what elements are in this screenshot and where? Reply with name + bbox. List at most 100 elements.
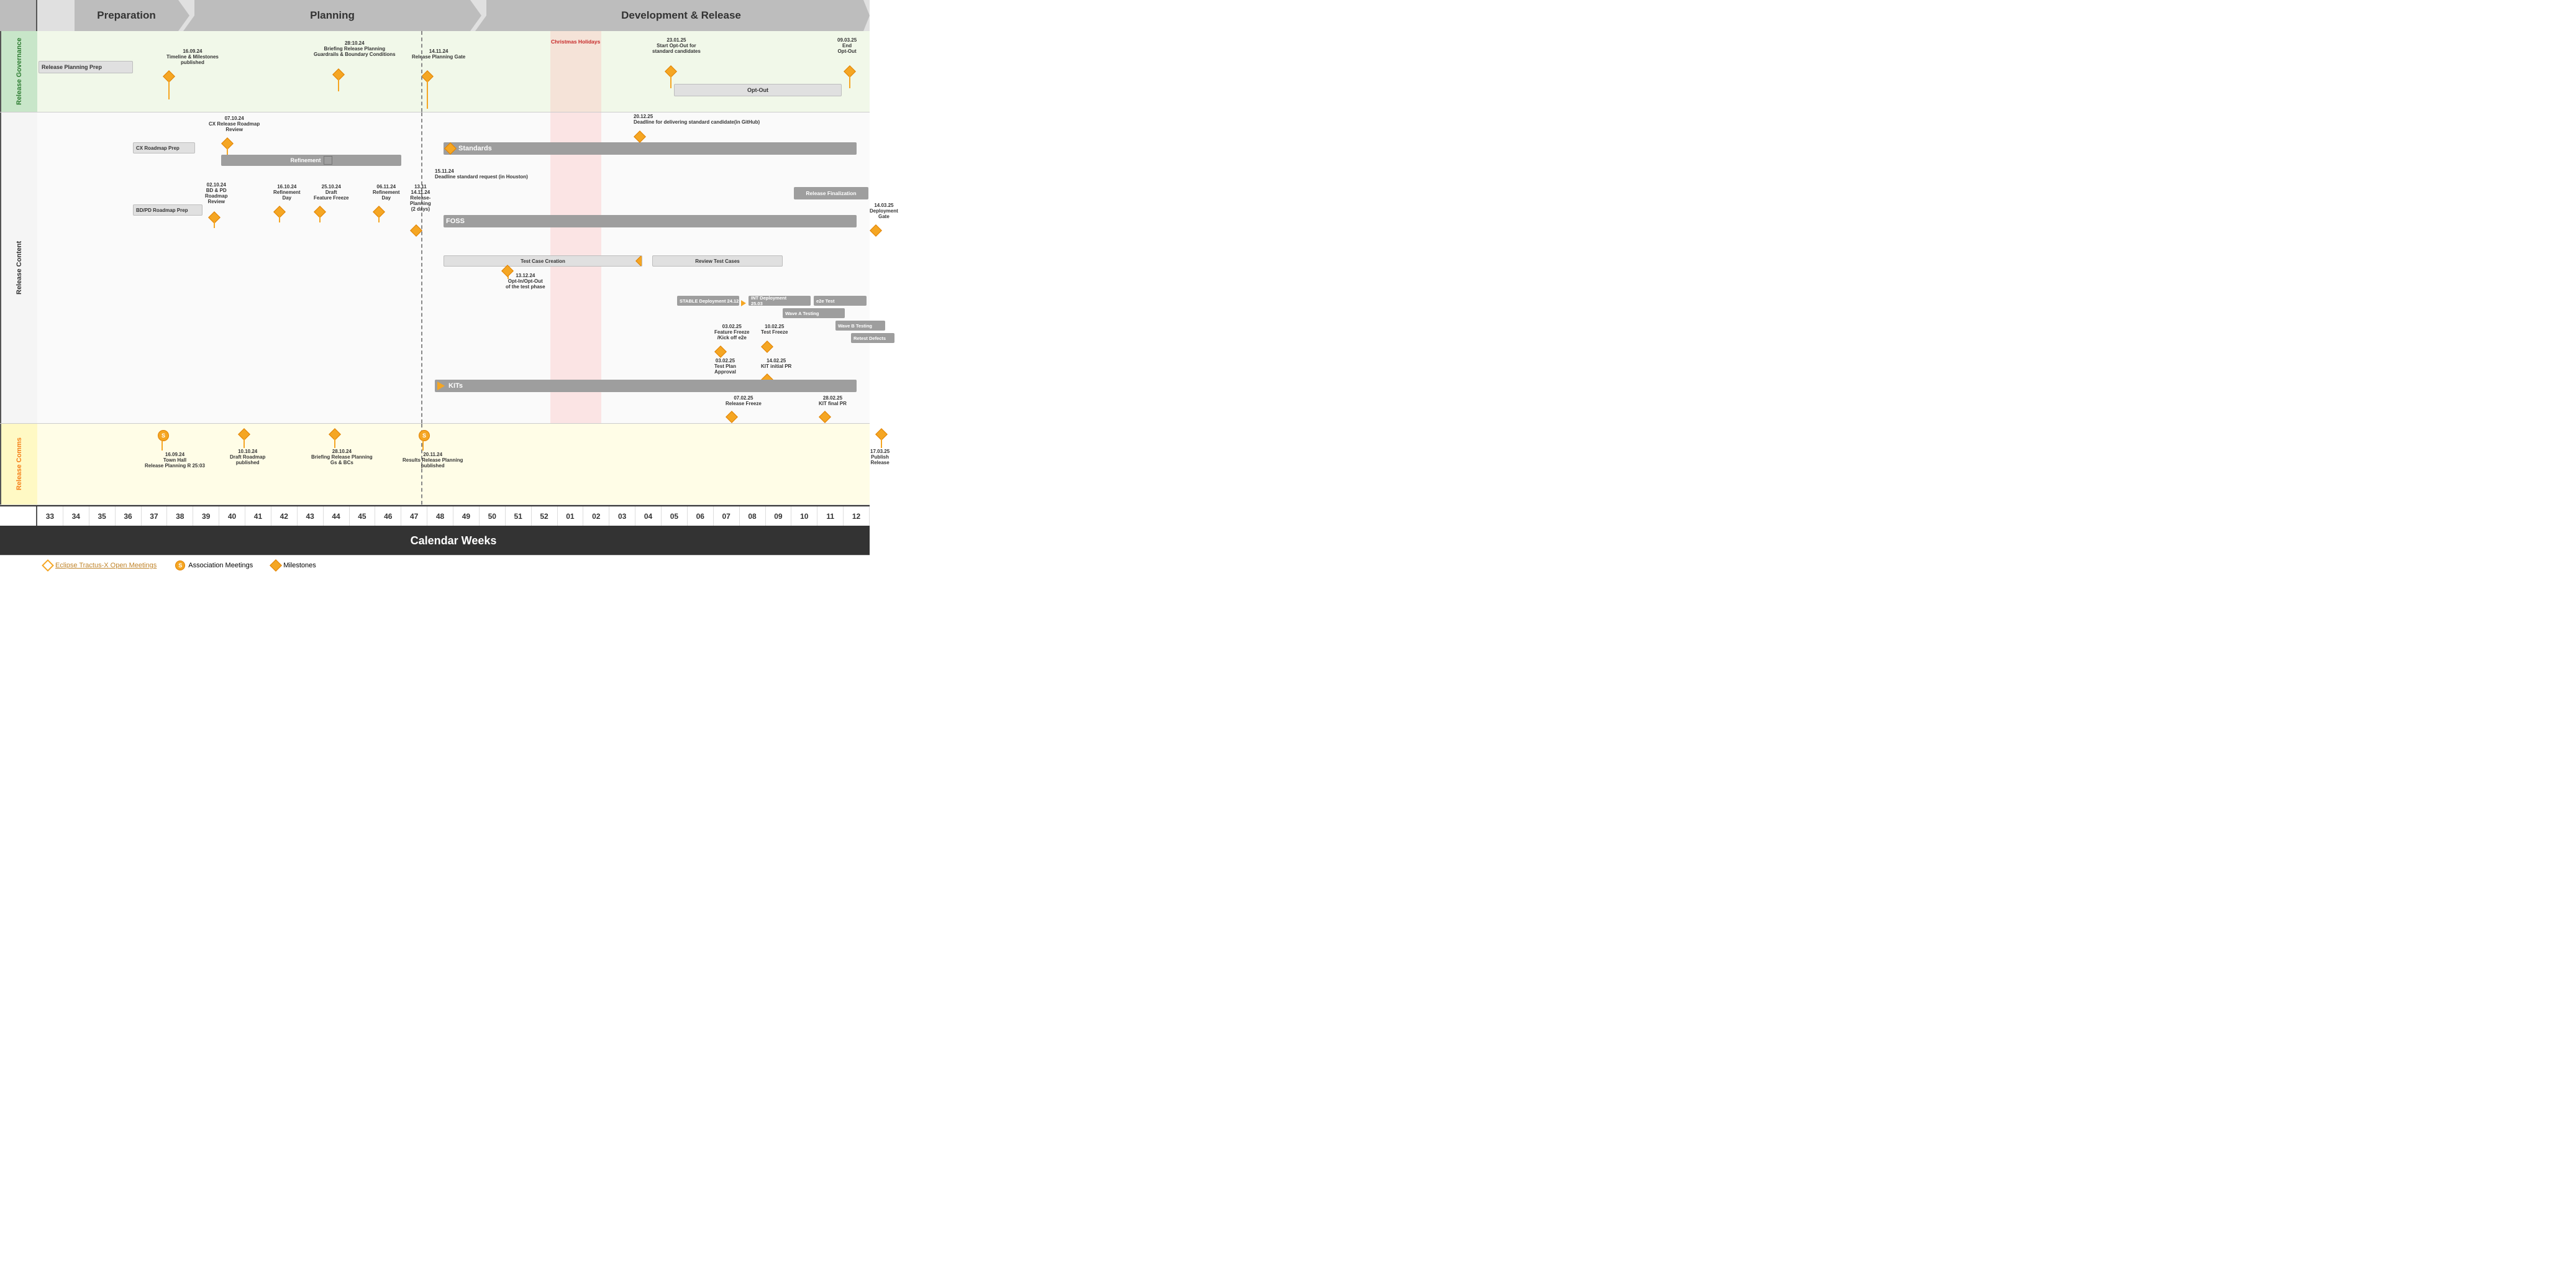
association-meetings-label: Association Meetings bbox=[188, 562, 253, 569]
governance-content: Release Planning Prep 16.09.24Timeline &… bbox=[37, 31, 870, 112]
association-meetings-icon: S bbox=[175, 560, 185, 570]
week-cell: 46 bbox=[375, 506, 401, 526]
governance-label: Release Governance bbox=[0, 31, 37, 112]
milestones-icon bbox=[270, 559, 282, 572]
week-cell: 11 bbox=[817, 506, 844, 526]
refinement-label: Refinement bbox=[290, 157, 321, 163]
wave-a-label: Wave A Testing bbox=[785, 311, 819, 316]
stable-deployment-label: STABLE Deployment 24.12 bbox=[680, 298, 739, 304]
week-cell: 44 bbox=[324, 506, 350, 526]
optout-bar: Opt-Out bbox=[674, 84, 842, 96]
governance-label-text: Release Governance bbox=[16, 38, 23, 105]
phase-planning: Planning bbox=[183, 0, 481, 31]
week-cell: 08 bbox=[740, 506, 766, 526]
week-cell: 39 bbox=[193, 506, 219, 526]
week-cell: 35 bbox=[89, 506, 116, 526]
phase-devrel: Development & Release bbox=[475, 0, 870, 31]
bdpd-label: BD/PD Roadmap Prep bbox=[136, 208, 188, 213]
review-test-label: Review Test Cases bbox=[695, 258, 739, 264]
calendar-bar-container: Calendar Weeks bbox=[0, 527, 870, 555]
content-section: Release Content CX Roadmap Prep 07.10.24… bbox=[0, 112, 870, 424]
refinement-bar: Refinement bbox=[221, 155, 401, 166]
week-spacer bbox=[0, 506, 37, 526]
wave-b-label: Wave B Testing bbox=[838, 323, 872, 329]
open-meetings-icon bbox=[42, 559, 54, 572]
content-christmas-region bbox=[550, 112, 601, 423]
week-cell: 37 bbox=[142, 506, 168, 526]
week-cell: 09 bbox=[766, 506, 792, 526]
week-cell: 51 bbox=[506, 506, 532, 526]
week-cell: 05 bbox=[662, 506, 688, 526]
milestone-standard-deadline: 20.12.25Deadline for delivering standard… bbox=[634, 114, 760, 125]
standards-label: Standards bbox=[458, 145, 492, 152]
int-deployment-label: INT Deployment25.03 bbox=[751, 296, 786, 306]
week-cell: 47 bbox=[401, 506, 427, 526]
wave-a-bar: Wave A Testing bbox=[783, 308, 845, 318]
optout-label: Opt-Out bbox=[747, 87, 768, 93]
phase-planning-label: Planning bbox=[310, 9, 355, 22]
christmas-label: Christmas Holidays bbox=[551, 39, 600, 45]
week-cell: 07 bbox=[714, 506, 740, 526]
milestone-cx-review: 07.10.24CX Release RoadmapReview bbox=[221, 116, 260, 132]
week-cell: 02 bbox=[583, 506, 609, 526]
milestone-bdpd-review: 02.10.24BD & PDRoadmapReview bbox=[205, 182, 227, 204]
standards-bar: Standards bbox=[444, 142, 857, 155]
bar-label: Release Planning Prep bbox=[42, 64, 102, 70]
phase-header: Preparation Planning Development & Relea… bbox=[0, 0, 870, 31]
content-week46-line bbox=[421, 112, 422, 423]
milestone-kit-final: 28.02.25KIT final PR bbox=[819, 395, 847, 406]
milestone-test-freeze: 10.02.25Test Freeze bbox=[761, 324, 788, 335]
content-label-text: Release Content bbox=[16, 241, 23, 295]
phase-devrel-label: Development & Release bbox=[621, 9, 741, 22]
week-cell: 12 bbox=[844, 506, 870, 526]
week-cell: 38 bbox=[167, 506, 193, 526]
legend: Eclipse Tractus-X Open Meetings S Associ… bbox=[0, 555, 870, 575]
comms-content: S 16.09.24Town HallRelease Planning R 25… bbox=[37, 424, 870, 505]
retest-defects-label: Retest Defects bbox=[853, 336, 886, 341]
milestones-label: Milestones bbox=[283, 562, 316, 569]
retest-defects-bar: Retest Defects bbox=[851, 333, 894, 343]
open-meetings-label: Eclipse Tractus-X Open Meetings bbox=[55, 562, 157, 569]
test-case-label: Test Case Creation bbox=[521, 258, 565, 264]
phase-preparation: Preparation bbox=[75, 0, 189, 31]
test-case-creation-bar: Test Case Creation bbox=[444, 255, 642, 267]
content-label: Release Content bbox=[0, 112, 37, 423]
milestone-refinement-day2: 06.11.24RefinementDay bbox=[373, 184, 400, 201]
legend-milestones: Milestones bbox=[271, 561, 316, 570]
weeks-row: 3334353637383940414243444546474849505152… bbox=[0, 505, 870, 527]
weeks-grid: 3334353637383940414243444546474849505152… bbox=[37, 506, 870, 526]
week-cell: 49 bbox=[453, 506, 480, 526]
calendar-bar: Calendar Weeks bbox=[37, 527, 870, 555]
milestone-optin-optout: 13.12.24Opt-In/Opt-Outof the test phase bbox=[506, 273, 545, 290]
milestone-draft-freeze: 25.10.24DraftFeature Freeze bbox=[314, 184, 348, 201]
release-planning-prep-bar: Release Planning Prep bbox=[39, 61, 133, 73]
foss-bar: FOSS bbox=[444, 215, 857, 227]
calendar-weeks-label: Calendar Weeks bbox=[411, 534, 497, 547]
stable-to-int-arrow bbox=[741, 300, 746, 306]
milestone-deployment-gate: 14.03.25DeploymentGate bbox=[870, 203, 898, 219]
kits-label: KITs bbox=[448, 382, 463, 390]
e2e-test-label: e2e Test bbox=[816, 298, 834, 304]
gantt-chart: Preparation Planning Development & Relea… bbox=[0, 0, 870, 575]
review-test-cases-bar: Review Test Cases bbox=[652, 255, 783, 267]
week-cell: 45 bbox=[350, 506, 376, 526]
cx-roadmap-prep-label: CX Roadmap Prep bbox=[136, 145, 180, 151]
week-cell: 33 bbox=[37, 506, 63, 526]
legend-open-meetings: Eclipse Tractus-X Open Meetings bbox=[43, 561, 157, 570]
kits-bar: KITs bbox=[435, 380, 857, 392]
milestone-refinement-day1: 16.10.24RefinementDay bbox=[273, 184, 301, 201]
week-cell: 36 bbox=[116, 506, 142, 526]
milestone-kit-initial: 14.02.25KIT initial PR bbox=[761, 358, 791, 369]
week46-line bbox=[421, 31, 422, 112]
comms-label: Release Comms bbox=[0, 424, 37, 505]
release-finalization-bar: Release Finalization bbox=[794, 187, 868, 199]
milestone-feature-freeze: 03.02.25Feature Freeze/Kick off e2e bbox=[714, 324, 749, 341]
governance-grid bbox=[37, 31, 870, 112]
week-cell: 04 bbox=[635, 506, 662, 526]
week-cell: 01 bbox=[558, 506, 584, 526]
content-area: CX Roadmap Prep 07.10.24CX Release Roadm… bbox=[37, 112, 870, 423]
milestone-test-plan: 03.02.25Test PlanApproval bbox=[714, 358, 736, 375]
phase-prep-label: Preparation bbox=[97, 9, 155, 22]
week-cell: 10 bbox=[791, 506, 817, 526]
week-cell: 41 bbox=[245, 506, 271, 526]
